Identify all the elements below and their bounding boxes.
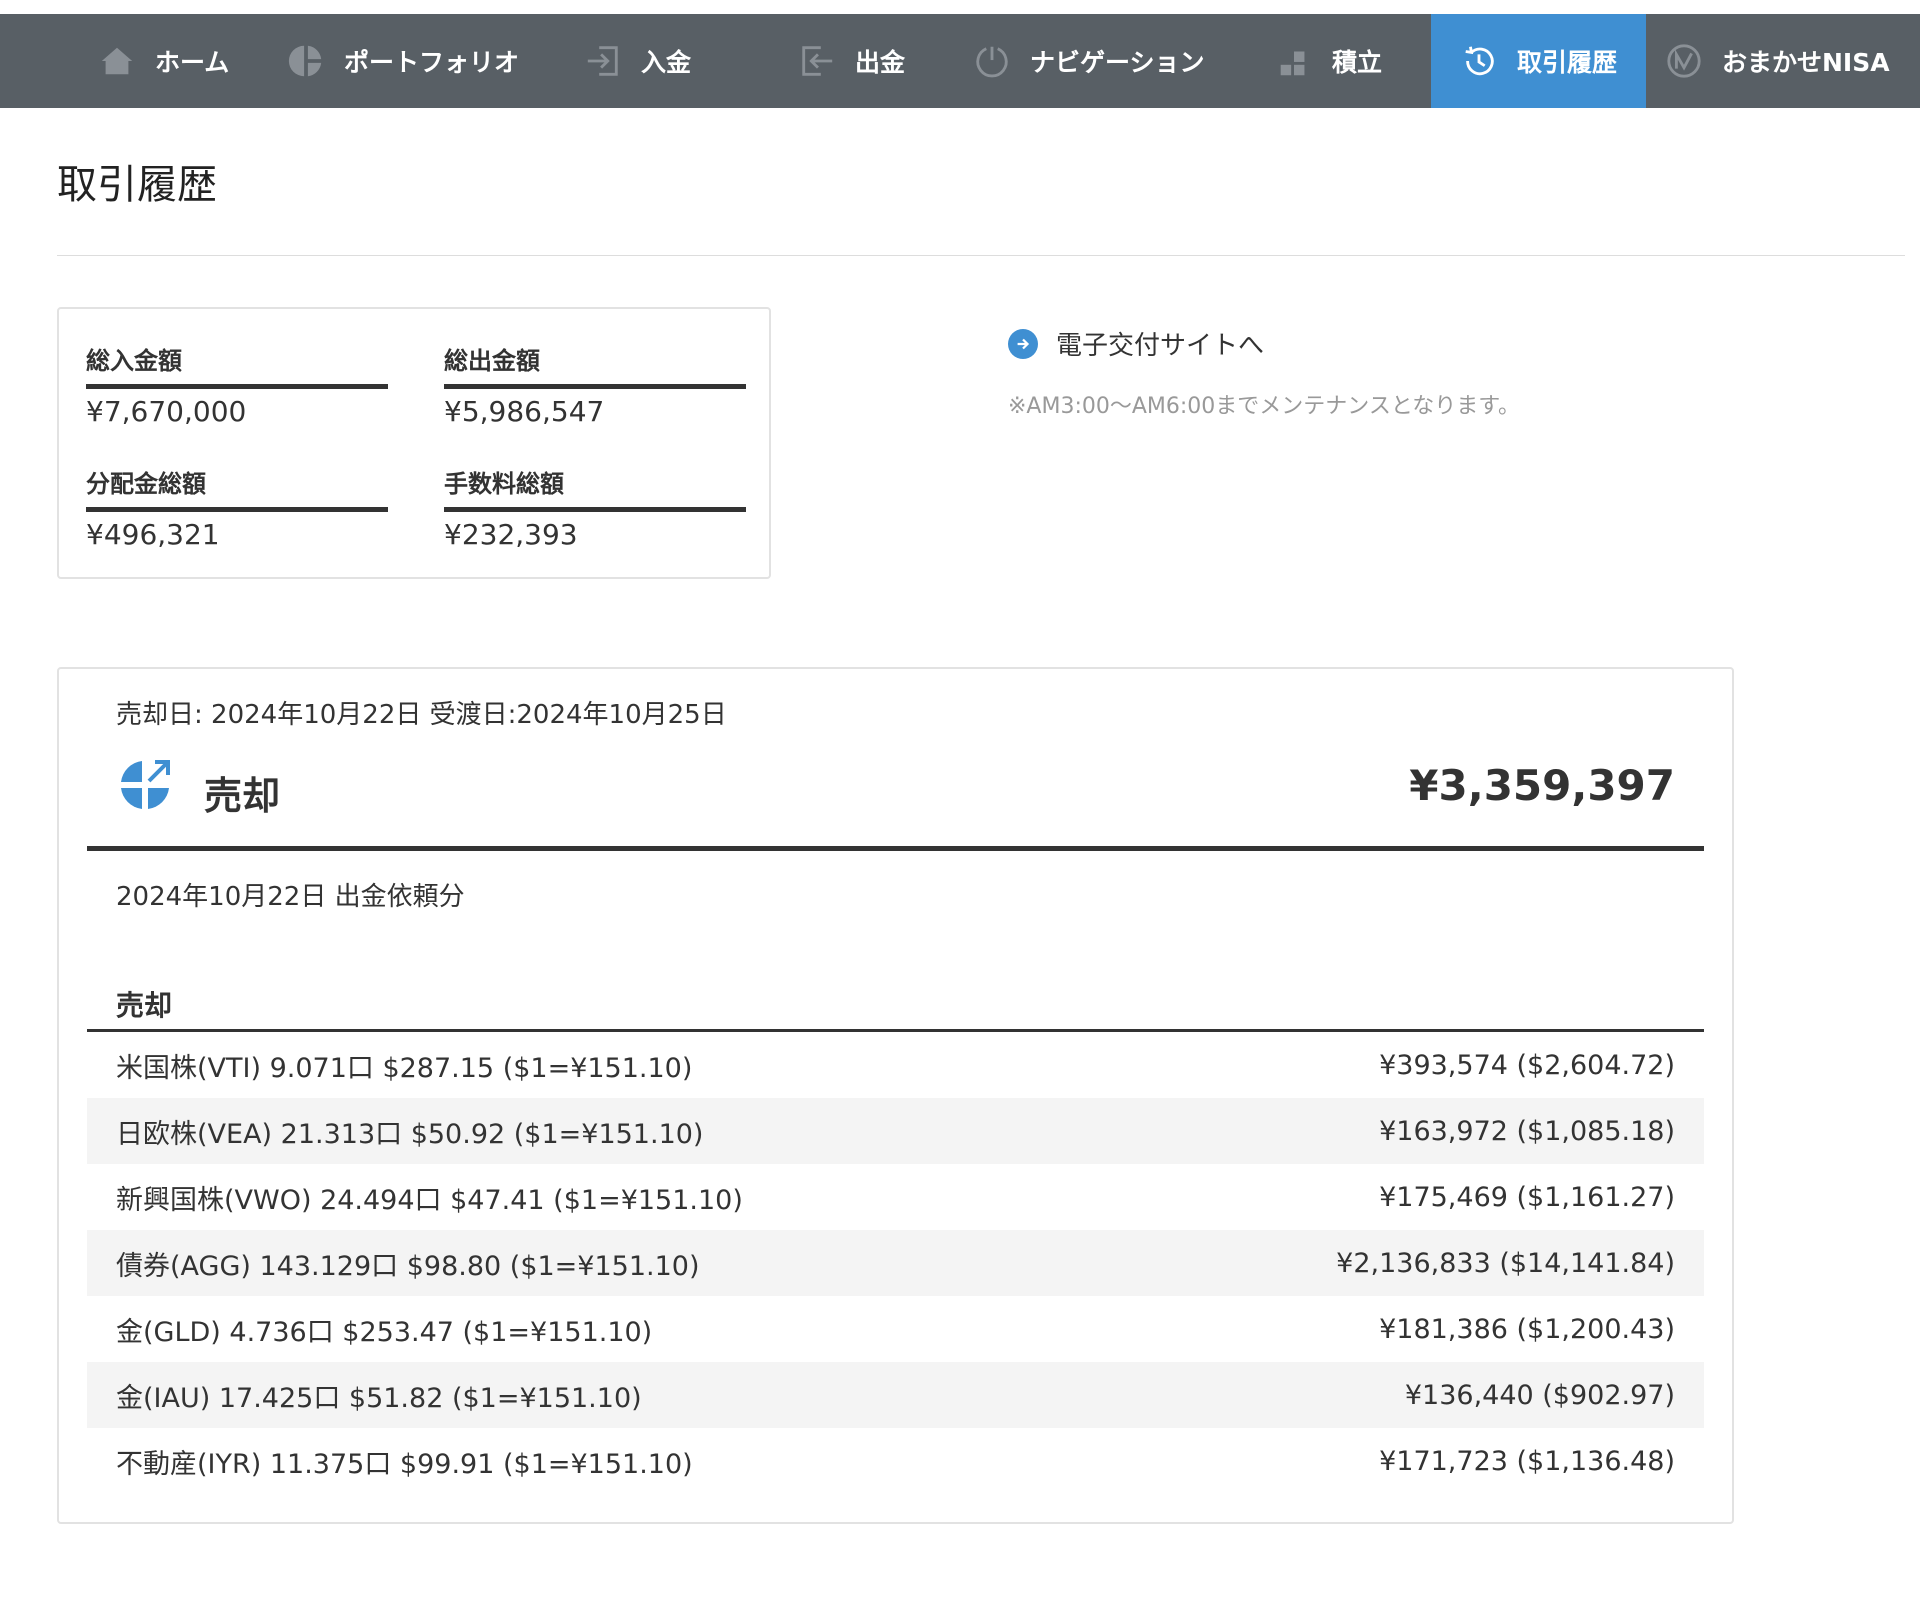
- nav-item-home[interactable]: ホーム: [97, 14, 229, 108]
- nav-item-accumulate[interactable]: 積立: [1274, 14, 1382, 108]
- nav-item-label: おまかせNISA: [1722, 48, 1890, 77]
- table-row: 金(IAU) 17.425口 $51.82 ($1=¥151.10) ¥136,…: [87, 1362, 1704, 1428]
- row-amount: ¥175,469 ($1,161.27): [1379, 1181, 1675, 1213]
- summary-fee-label: 手数料総額: [444, 464, 746, 512]
- arrow-right-icon: [1008, 328, 1038, 359]
- row-amount: ¥2,136,833 ($14,141.84): [1336, 1247, 1675, 1279]
- trade-card: 売却日: 2024年10月22日 受渡日:2024年10月25日 売却 ¥3,3…: [57, 667, 1734, 1524]
- nav-item-label: 積立: [1332, 48, 1383, 77]
- nav-item-label: ポートフォリオ: [344, 48, 520, 77]
- history-icon: [1459, 41, 1499, 81]
- summary-deposit-value: ¥7,670,000: [86, 395, 247, 428]
- sell-icon: [117, 757, 173, 813]
- deposit-icon: [583, 41, 623, 81]
- summary-withdraw: 総出金額 ¥5,986,547: [444, 341, 746, 428]
- row-desc: 債券(AGG) 143.129口 $98.80 ($1=¥151.10): [116, 1250, 700, 1282]
- withdraw-icon: [797, 41, 837, 81]
- row-desc: 新興国株(VWO) 24.494口 $47.41 ($1=¥151.10): [116, 1184, 743, 1216]
- row-amount: ¥393,574 ($2,604.72): [1379, 1049, 1675, 1081]
- nav-item-nisa[interactable]: おまかせNISA: [1664, 14, 1890, 108]
- summary-fee-value: ¥232,393: [444, 518, 578, 551]
- nav-item-history[interactable]: 取引履歴: [1431, 14, 1646, 108]
- row-amount: ¥171,723 ($1,136.48): [1379, 1445, 1675, 1477]
- navigation-icon: [972, 41, 1012, 81]
- row-desc: 米国株(VTI) 9.071口 $287.15 ($1=¥151.10): [116, 1052, 693, 1084]
- table-row: 債券(AGG) 143.129口 $98.80 ($1=¥151.10) ¥2,…: [87, 1230, 1704, 1296]
- nav-item-deposit[interactable]: 入金: [583, 14, 691, 108]
- nav-item-portfolio[interactable]: ポートフォリオ: [286, 14, 519, 108]
- summary-withdraw-value: ¥5,986,547: [444, 395, 605, 428]
- nisa-icon: [1664, 41, 1704, 81]
- accumulate-icon: [1274, 41, 1314, 81]
- trade-request: 2024年10月22日 出金依頼分: [116, 882, 465, 912]
- summary-fee: 手数料総額 ¥232,393: [444, 464, 746, 551]
- trade-total: ¥3,359,397: [1409, 761, 1675, 810]
- row-amount: ¥136,440 ($902.97): [1404, 1379, 1675, 1411]
- top-nav: ホーム ポートフォリオ 入金 出金 ナビゲーション 積立 取引履歴 おまかせNI…: [0, 14, 1920, 108]
- pie-chart-icon: [286, 41, 326, 81]
- row-desc: 金(GLD) 4.736口 $253.47 ($1=¥151.10): [116, 1316, 653, 1348]
- trade-rows: 米国株(VTI) 9.071口 $287.15 ($1=¥151.10) ¥39…: [87, 1032, 1704, 1494]
- table-row: 新興国株(VWO) 24.494口 $47.41 ($1=¥151.10) ¥1…: [87, 1164, 1704, 1230]
- row-amount: ¥163,972 ($1,085.18): [1379, 1115, 1675, 1147]
- table-row: 金(GLD) 4.736口 $253.47 ($1=¥151.10) ¥181,…: [87, 1296, 1704, 1362]
- row-desc: 金(IAU) 17.425口 $51.82 ($1=¥151.10): [116, 1382, 642, 1414]
- summary-deposit-label: 総入金額: [86, 341, 388, 389]
- nav-item-label: ナビゲーション: [1030, 48, 1205, 77]
- nav-item-label: 取引履歴: [1517, 48, 1618, 77]
- nav-item-navigation[interactable]: ナビゲーション: [972, 14, 1205, 108]
- section-heading: 売却: [116, 989, 173, 1022]
- summary-dividend-label: 分配金総額: [86, 464, 388, 512]
- esite-link-label: 電子交付サイトへ: [1056, 331, 1265, 361]
- row-desc: 不動産(IYR) 11.375口 $99.91 ($1=¥151.10): [116, 1448, 693, 1480]
- maintenance-note: ※AM3:00〜AM6:00までメンテナンスとなります。: [1008, 394, 1521, 419]
- trade-divider: [87, 846, 1704, 851]
- nav-item-label: 入金: [641, 48, 692, 77]
- row-desc: 日欧株(VEA) 21.313口 $50.92 ($1=¥151.10): [116, 1118, 704, 1150]
- esite-link[interactable]: 電子交付サイトへ: [1008, 325, 1264, 362]
- summary-deposit: 総入金額 ¥7,670,000: [86, 341, 388, 428]
- summary-box: 総入金額 ¥7,670,000 総出金額 ¥5,986,547 分配金総額 ¥4…: [57, 307, 771, 579]
- table-row: 米国株(VTI) 9.071口 $287.15 ($1=¥151.10) ¥39…: [87, 1032, 1704, 1098]
- summary-dividend-value: ¥496,321: [86, 518, 220, 551]
- nav-item-withdraw[interactable]: 出金: [797, 14, 905, 108]
- nav-item-label: ホーム: [155, 48, 230, 77]
- trade-type-label: 売却: [204, 774, 281, 818]
- table-row: 不動産(IYR) 11.375口 $99.91 ($1=¥151.10) ¥17…: [87, 1428, 1704, 1494]
- summary-dividend: 分配金総額 ¥496,321: [86, 464, 388, 551]
- title-divider: [57, 255, 1905, 256]
- row-amount: ¥181,386 ($1,200.43): [1379, 1313, 1675, 1345]
- trade-dates: 売却日: 2024年10月22日 受渡日:2024年10月25日: [116, 700, 727, 730]
- table-row: 日欧株(VEA) 21.313口 $50.92 ($1=¥151.10) ¥16…: [87, 1098, 1704, 1164]
- nav-item-label: 出金: [855, 48, 906, 77]
- home-icon: [97, 41, 137, 81]
- summary-withdraw-label: 総出金額: [444, 341, 746, 389]
- page-title: 取引履歴: [57, 162, 217, 208]
